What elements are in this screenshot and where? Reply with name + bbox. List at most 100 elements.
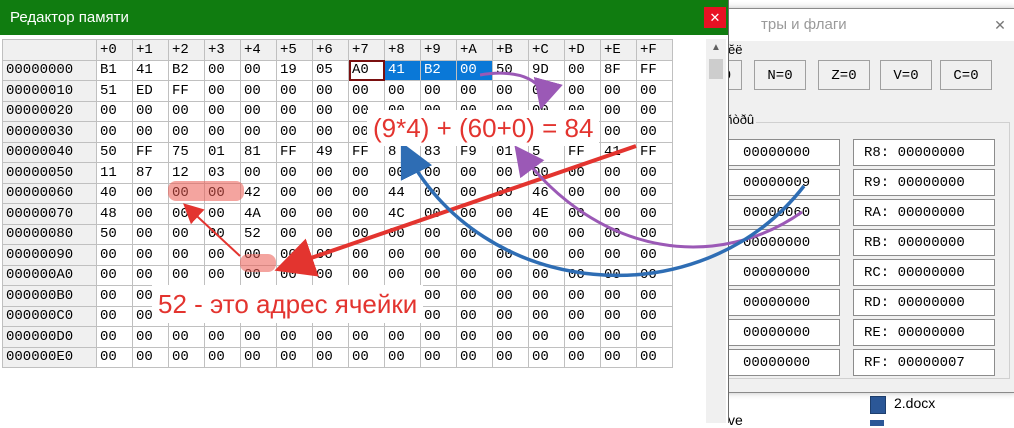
memory-cell[interactable]: ED xyxy=(132,80,169,102)
memory-cell[interactable]: 00 xyxy=(528,305,565,327)
memory-cell[interactable]: 00 xyxy=(636,285,673,307)
memory-cell[interactable]: 8F xyxy=(600,59,637,81)
memory-cell[interactable]: 00 xyxy=(204,326,241,348)
memory-cell[interactable]: 00 xyxy=(96,305,133,327)
memory-cell[interactable]: 52 xyxy=(240,223,277,245)
memory-cell[interactable]: 00 xyxy=(312,326,349,348)
memory-cell[interactable]: 00 xyxy=(276,80,313,102)
memory-cell[interactable]: 00 xyxy=(636,264,673,286)
register-field[interactable]: 00000009 xyxy=(710,169,840,196)
memory-cell[interactable]: 00 xyxy=(168,100,205,122)
register-field[interactable]: 00000000 xyxy=(710,259,840,286)
memory-cell[interactable]: 00 xyxy=(204,244,241,266)
memory-cell[interactable]: 75 xyxy=(168,141,205,163)
memory-cell[interactable]: 4A xyxy=(240,203,277,225)
memory-cell[interactable]: 00 xyxy=(348,182,385,204)
memory-cell[interactable]: 00 xyxy=(456,80,493,102)
memory-cell[interactable]: 00 xyxy=(132,264,169,286)
memory-cell[interactable]: 87 xyxy=(132,162,169,184)
memory-cell[interactable]: 9D xyxy=(528,59,565,81)
memory-cell[interactable]: 00 xyxy=(528,244,565,266)
memory-cell[interactable]: 00 xyxy=(420,203,457,225)
memory-cell[interactable]: FF xyxy=(132,141,169,163)
memory-cell[interactable]: FF xyxy=(276,141,313,163)
memory-cell[interactable]: 00 xyxy=(636,346,673,368)
memory-cell[interactable]: 00 xyxy=(600,264,637,286)
memory-cell[interactable]: 00 xyxy=(132,244,169,266)
memory-cell[interactable]: 00 xyxy=(636,121,673,143)
memory-cell[interactable]: 00 xyxy=(420,264,457,286)
register-field[interactable]: R9: 00000000 xyxy=(853,169,995,196)
register-field[interactable]: 00000000 xyxy=(710,229,840,256)
memory-cell[interactable]: 00 xyxy=(528,346,565,368)
memory-cell[interactable]: 00 xyxy=(168,223,205,245)
memory-cell[interactable]: 00 xyxy=(564,264,601,286)
memory-cell[interactable]: 01 xyxy=(204,141,241,163)
memory-cell[interactable]: 50 xyxy=(96,223,133,245)
memory-cell[interactable]: 50 xyxy=(96,141,133,163)
memory-cell[interactable]: 00 xyxy=(636,100,673,122)
memory-cell[interactable]: 00 xyxy=(384,264,421,286)
register-field[interactable]: RB: 00000000 xyxy=(853,229,995,256)
memory-cell[interactable]: 00 xyxy=(636,223,673,245)
memory-cell[interactable]: 00 xyxy=(564,244,601,266)
close-icon[interactable]: ✕ xyxy=(704,7,726,28)
memory-cell[interactable]: 00 xyxy=(600,285,637,307)
memory-cell[interactable]: 00 xyxy=(492,182,529,204)
memory-cell[interactable]: 00 xyxy=(312,264,349,286)
memory-cell[interactable]: 00 xyxy=(204,203,241,225)
memory-cell[interactable]: 00 xyxy=(276,264,313,286)
close-icon[interactable]: ✕ xyxy=(989,15,1011,35)
memory-cell[interactable]: 00 xyxy=(600,162,637,184)
memory-cell[interactable]: 00 xyxy=(240,162,277,184)
memory-cell[interactable]: 00 xyxy=(132,223,169,245)
memory-cell[interactable]: 00 xyxy=(528,326,565,348)
memory-cell[interactable]: 00 xyxy=(96,346,133,368)
memory-cell[interactable]: 00 xyxy=(312,223,349,245)
memory-cell[interactable]: 4E xyxy=(528,203,565,225)
memory-cell[interactable]: 03 xyxy=(204,162,241,184)
memory-cell[interactable]: 48 xyxy=(96,203,133,225)
memory-cell[interactable]: 00 xyxy=(204,59,241,81)
memory-cell[interactable]: 00 xyxy=(204,121,241,143)
memory-cell[interactable]: 00 xyxy=(492,305,529,327)
memory-cell[interactable]: 00 xyxy=(564,223,601,245)
memory-cell[interactable]: 00 xyxy=(600,182,637,204)
memory-cell[interactable]: 11 xyxy=(96,162,133,184)
memory-cell[interactable]: 00 xyxy=(636,182,673,204)
memory-cell[interactable]: 00 xyxy=(168,346,205,368)
memory-cell[interactable]: 00 xyxy=(276,203,313,225)
memory-cell[interactable]: 00 xyxy=(420,346,457,368)
file-name[interactable]: 2.docx xyxy=(894,395,935,411)
memory-cell[interactable]: 00 xyxy=(204,264,241,286)
memory-cell[interactable]: 00 xyxy=(384,346,421,368)
memory-cell[interactable]: 00 xyxy=(348,264,385,286)
memory-cell[interactable]: 40 xyxy=(96,182,133,204)
vertical-scrollbar[interactable]: ▲ xyxy=(706,39,726,423)
register-field[interactable]: RE: 00000000 xyxy=(853,319,995,346)
memory-cell[interactable]: 00 xyxy=(492,326,529,348)
memory-cell[interactable]: A0 xyxy=(348,59,385,81)
memory-cell[interactable]: 46 xyxy=(528,182,565,204)
memory-cell[interactable]: 00 xyxy=(600,121,637,143)
memory-cell[interactable]: 00 xyxy=(600,203,637,225)
memory-cell[interactable]: 00 xyxy=(240,59,277,81)
memory-cell[interactable]: 00 xyxy=(456,59,493,81)
memory-cell[interactable]: FF xyxy=(168,80,205,102)
memory-cell[interactable]: 00 xyxy=(312,346,349,368)
memory-cell[interactable]: 00 xyxy=(636,162,673,184)
memory-cell[interactable]: 00 xyxy=(240,326,277,348)
memory-cell[interactable]: 00 xyxy=(636,244,673,266)
memory-cell[interactable]: 00 xyxy=(456,244,493,266)
memory-cell[interactable]: 00 xyxy=(492,203,529,225)
memory-cell[interactable]: 00 xyxy=(96,244,133,266)
memory-cell[interactable]: 00 xyxy=(96,326,133,348)
memory-cell[interactable]: 00 xyxy=(564,346,601,368)
memory-cell[interactable]: 00 xyxy=(528,162,565,184)
memory-cell[interactable]: 00 xyxy=(168,264,205,286)
memory-cell[interactable]: 00 xyxy=(600,223,637,245)
memory-cell[interactable]: 00 xyxy=(348,326,385,348)
memory-cell[interactable]: 00 xyxy=(276,162,313,184)
memory-cell[interactable]: 00 xyxy=(456,223,493,245)
memory-cell[interactable]: 12 xyxy=(168,162,205,184)
